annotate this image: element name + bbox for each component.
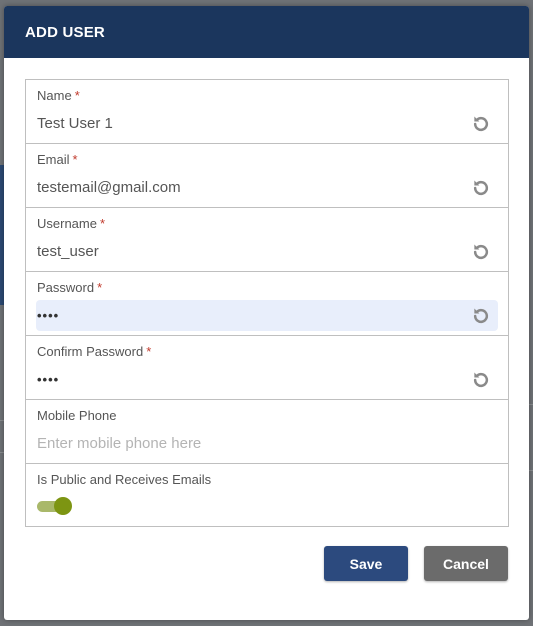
username-field: Username * test_user: [26, 208, 508, 272]
dialog-title: ADD USER: [25, 23, 105, 41]
confirm-password-field: Confirm Password * ••••: [26, 336, 508, 400]
mobile-phone-label-text: Mobile Phone: [37, 408, 117, 423]
cancel-button[interactable]: Cancel: [424, 546, 508, 581]
reset-icon[interactable]: [470, 177, 492, 199]
username-label-text: Username: [37, 216, 97, 231]
required-marker: *: [146, 344, 152, 359]
is-public-label: Is Public and Receives Emails: [37, 472, 212, 487]
username-label: Username *: [37, 216, 105, 231]
mobile-phone-placeholder: Enter mobile phone here: [37, 435, 202, 452]
add-user-form: Name * Test User 1 Email * testemail@gmail…: [25, 79, 509, 527]
mobile-phone-field: Mobile Phone Enter mobile phone here: [26, 400, 508, 464]
is-public-toggle[interactable]: [37, 497, 72, 515]
add-user-dialog: ADD USER Name * Test User 1 Email * testem…: [4, 6, 529, 620]
mobile-phone-label: Mobile Phone: [37, 408, 117, 423]
mobile-phone-input[interactable]: Enter mobile phone here: [36, 428, 498, 459]
reset-icon[interactable]: [470, 113, 492, 135]
password-label-text: Password: [37, 280, 95, 295]
reset-icon[interactable]: [470, 369, 492, 391]
email-input[interactable]: testemail@gmail.com: [36, 172, 498, 203]
required-marker: *: [97, 280, 103, 295]
password-value: ••••: [37, 308, 60, 323]
email-field: Email * testemail@gmail.com: [26, 144, 508, 208]
reset-icon[interactable]: [470, 305, 492, 327]
required-marker: *: [74, 88, 80, 103]
name-label: Name *: [37, 88, 80, 103]
is-public-field: Is Public and Receives Emails: [26, 464, 508, 526]
save-button[interactable]: Save: [324, 546, 408, 581]
password-label: Password *: [37, 280, 102, 295]
name-value: Test User 1: [37, 115, 113, 132]
toggle-knob: [54, 497, 72, 515]
email-label: Email *: [37, 152, 78, 167]
confirm-password-value: ••••: [37, 372, 60, 387]
username-input[interactable]: test_user: [36, 236, 498, 267]
background-divider: [529, 404, 533, 405]
background-divider: [529, 470, 533, 471]
confirm-password-label-text: Confirm Password: [37, 344, 144, 359]
username-value: test_user: [37, 243, 99, 260]
dialog-header: ADD USER: [4, 6, 529, 58]
password-field: Password * ••••: [26, 272, 508, 336]
reset-icon[interactable]: [470, 241, 492, 263]
required-marker: *: [99, 216, 106, 231]
email-value: testemail@gmail.com: [37, 179, 181, 196]
confirm-password-label: Confirm Password *: [37, 344, 151, 359]
confirm-password-input[interactable]: ••••: [36, 364, 498, 395]
email-label-text: Email: [37, 152, 70, 167]
required-marker: *: [72, 152, 78, 167]
name-field: Name * Test User 1: [26, 80, 508, 144]
password-input[interactable]: ••••: [36, 300, 498, 331]
name-label-text: Name: [37, 88, 72, 103]
name-input[interactable]: Test User 1: [36, 108, 498, 139]
